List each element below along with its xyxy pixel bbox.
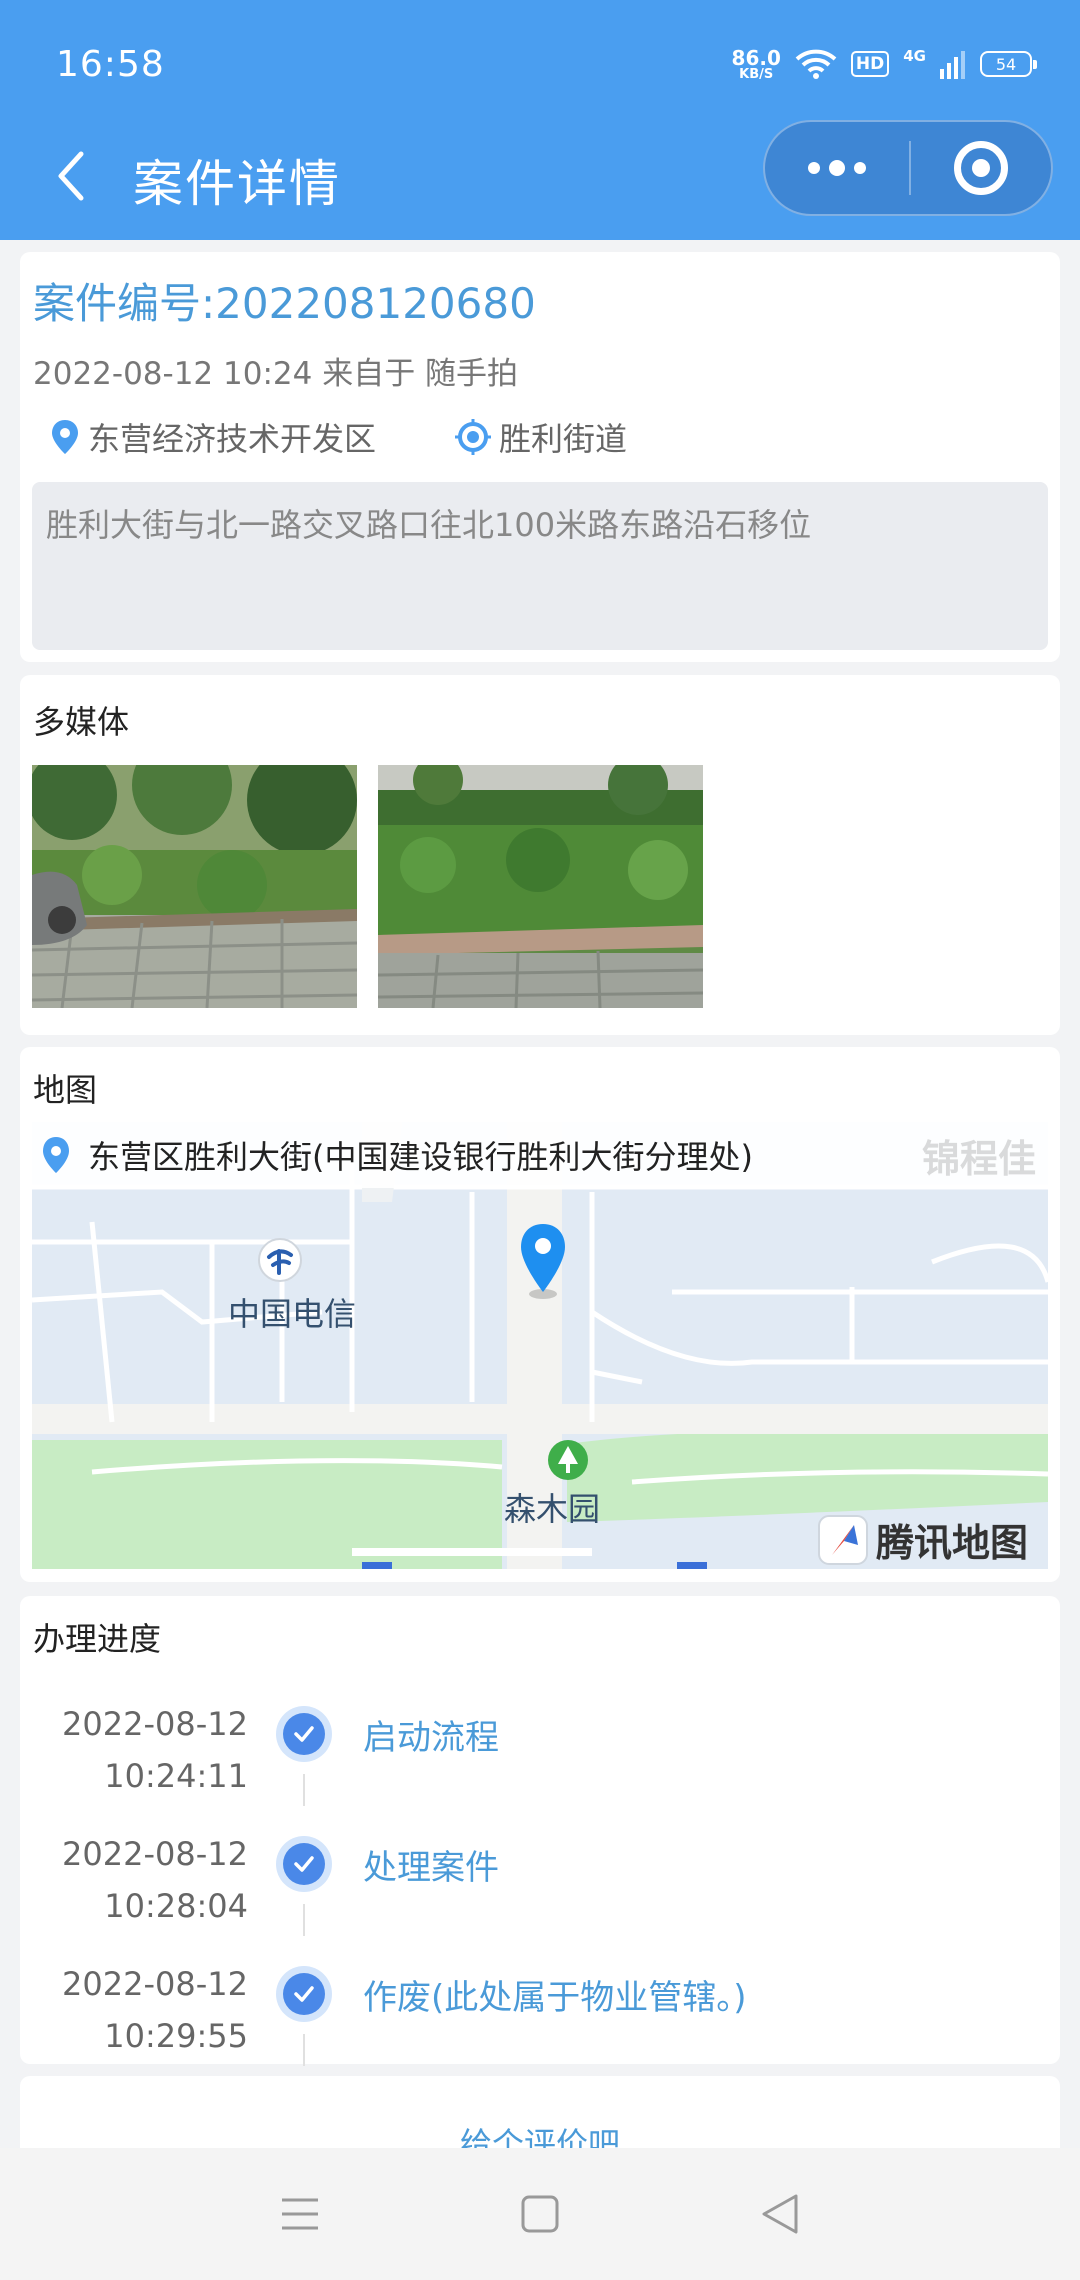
timeline-time: 10:28:04 bbox=[104, 1887, 248, 1925]
menu-button[interactable] bbox=[260, 2174, 340, 2254]
check-circle-icon bbox=[276, 1966, 332, 2022]
hd-badge: HD bbox=[850, 51, 890, 77]
map-view[interactable]: 东营区胜利大街(中国建设银行胜利大街分理处) 锦程佳 中国电信 森木园 腾讯地图 bbox=[32, 1122, 1048, 1569]
net-speed-unit: KB/S bbox=[739, 66, 774, 82]
case-meta: 2022-08-12 10:24 来自于 随手拍 bbox=[33, 356, 519, 392]
map-address-bar: 东营区胜利大街(中国建设银行胜利大街分理处) bbox=[32, 1122, 1048, 1188]
timeline-label: 启动流程 bbox=[363, 1718, 499, 1758]
timeline-date: 2022-08-12 bbox=[62, 1705, 248, 1743]
timeline-date: 2022-08-12 bbox=[62, 1835, 248, 1873]
progress-card: 办理进度 2022-08-12 10:24:11 启动流程 2022-08-12… bbox=[20, 1596, 1060, 2066]
more-button[interactable] bbox=[765, 122, 909, 214]
home-square-icon bbox=[521, 2195, 559, 2233]
wifi-icon bbox=[795, 49, 837, 79]
map-poi-faded: 锦程佳 bbox=[922, 1137, 1037, 1181]
timeline-connector bbox=[303, 2034, 305, 2066]
status-time: 16:58 bbox=[56, 44, 165, 85]
signal-type: 4G bbox=[903, 47, 926, 65]
status-bar: 16:58 86.0 KB/S HD 4G 54 bbox=[0, 0, 1080, 136]
timeline-time: 10:29:55 bbox=[104, 2017, 248, 2055]
location-pin-icon bbox=[52, 420, 78, 454]
media-photo-1[interactable] bbox=[32, 765, 357, 1008]
media-photo-2[interactable] bbox=[378, 765, 703, 1008]
mini-program-capsule bbox=[763, 120, 1053, 216]
timeline-item: 2022-08-12 10:29:55 作废(此处属于物业管辖。) bbox=[20, 1946, 1060, 2066]
map-provider-logo: 腾讯地图 bbox=[817, 1512, 1028, 1567]
menu-icon bbox=[282, 2198, 318, 2230]
map-poi-telecom: 中国电信 bbox=[228, 1295, 357, 1333]
map-poi-park: 森木园 bbox=[504, 1490, 601, 1528]
tencent-map-logo-icon bbox=[817, 1514, 868, 1565]
district-row: 东营经济技术开发区 bbox=[50, 414, 376, 460]
signal-icon bbox=[940, 51, 965, 79]
timeline-item: 2022-08-12 10:24:11 启动流程 bbox=[20, 1686, 1060, 1806]
case-info-card: 案件编号:202208120680 2022-08-12 10:24 来自于 随… bbox=[20, 252, 1060, 662]
media-card: 多媒体 bbox=[20, 675, 1060, 1035]
page-title: 案件详情 bbox=[133, 155, 341, 213]
system-nav-bar bbox=[0, 2148, 1080, 2280]
timeline-datetime: 2022-08-12 10:24:11 bbox=[62, 1698, 248, 1802]
check-circle-icon bbox=[276, 1706, 332, 1762]
home-button[interactable] bbox=[500, 2174, 580, 2254]
battery-icon: 54 bbox=[980, 51, 1037, 77]
location-pin-icon bbox=[43, 1137, 69, 1173]
nav-bar: 案件详情 bbox=[0, 120, 1080, 240]
chevron-left-icon bbox=[58, 151, 84, 201]
street-label: 胜利街道 bbox=[499, 420, 628, 458]
map-card: 地图 东营区胜利大街(中国建设银行胜利大街分理处) 锦程佳 中国电信 森木园 腾… bbox=[20, 1047, 1060, 1582]
case-description: 胜利大街与北一路交叉路口往北100米路东路沿石移位 bbox=[32, 482, 1048, 650]
street-row: 胜利街道 bbox=[455, 414, 627, 460]
timeline-datetime: 2022-08-12 10:28:04 bbox=[62, 1828, 248, 1932]
back-button[interactable] bbox=[40, 146, 100, 206]
park-tree-icon bbox=[548, 1440, 588, 1480]
case-number: 案件编号:202208120680 bbox=[33, 279, 536, 328]
net-speed: 86.0 KB/S bbox=[732, 48, 781, 81]
battery-level: 54 bbox=[995, 54, 1017, 74]
district-label: 东营经济技术开发区 bbox=[88, 420, 377, 458]
map-address: 东营区胜利大街(中国建设银行胜利大街分理处) bbox=[88, 1138, 753, 1176]
timeline-label: 作废(此处属于物业管辖。) bbox=[363, 1978, 747, 2018]
timeline-datetime: 2022-08-12 10:29:55 bbox=[62, 1958, 248, 2062]
media-title: 多媒体 bbox=[33, 703, 130, 741]
system-back-button[interactable] bbox=[740, 2174, 820, 2254]
map-logo-text: 腾讯地图 bbox=[875, 1521, 1028, 1565]
timeline-connector bbox=[303, 1774, 305, 1806]
status-icons: 86.0 KB/S HD 4G 54 bbox=[732, 44, 1037, 84]
target-close-icon bbox=[954, 141, 1008, 195]
timeline-label: 处理案件 bbox=[363, 1848, 499, 1888]
back-triangle-icon bbox=[762, 2194, 798, 2234]
close-button[interactable] bbox=[911, 122, 1051, 214]
timeline-item: 2022-08-12 10:28:04 处理案件 bbox=[20, 1816, 1060, 1936]
more-dots-icon bbox=[808, 162, 820, 174]
timeline-date: 2022-08-12 bbox=[62, 1965, 248, 2003]
locate-target-icon bbox=[455, 419, 491, 455]
map-title: 地图 bbox=[33, 1071, 98, 1109]
progress-title: 办理进度 bbox=[33, 1620, 162, 1658]
map-marker-icon bbox=[521, 1224, 565, 1299]
timeline-time: 10:24:11 bbox=[104, 1757, 248, 1795]
check-circle-icon bbox=[276, 1836, 332, 1892]
net-speed-value: 86.0 bbox=[731, 45, 781, 70]
timeline-connector bbox=[303, 1904, 305, 1936]
telecom-icon bbox=[258, 1238, 302, 1282]
